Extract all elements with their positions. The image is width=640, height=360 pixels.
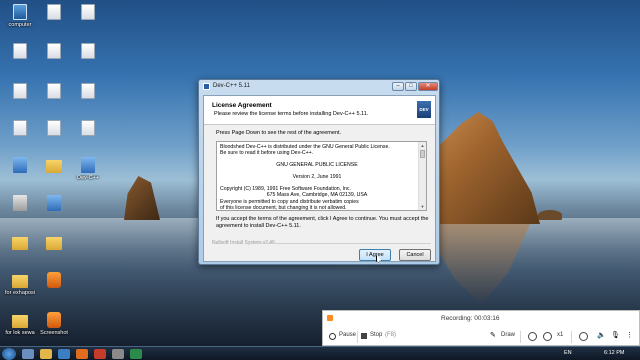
pause-button[interactable]: Pause (339, 332, 356, 338)
desktop-icon-devcpp[interactable]: Dev-C++ (68, 157, 108, 181)
close-button[interactable]: ✕ (418, 82, 438, 91)
taskbar: EN 6:12 PM (0, 346, 640, 360)
desktop-icon[interactable] (68, 43, 108, 61)
divider (571, 331, 572, 343)
document-icon (47, 43, 61, 59)
stop-icon[interactable] (361, 333, 367, 339)
installer-window: Dev-C++ 5.11 – □ ✕ License Agreement Ple… (198, 79, 440, 265)
window-title: Dev-C++ 5.11 (213, 83, 250, 89)
desktop-icon[interactable] (34, 272, 74, 290)
desktop-icon[interactable] (68, 120, 108, 138)
scroll-thumb[interactable] (420, 150, 425, 158)
page-title: License Agreement (212, 102, 272, 109)
desktop-icon[interactable] (68, 83, 108, 101)
clock[interactable]: 6:12 PM (604, 350, 624, 356)
recorder-toolbar: Recording: 00:03:16 Pause Stop (F8) ✎ Dr… (322, 310, 640, 346)
desktop-icon[interactable] (34, 195, 74, 213)
pencil-icon[interactable]: ✎ (490, 332, 498, 340)
computer-icon (13, 4, 27, 20)
desktop-icon[interactable] (34, 234, 74, 252)
license-scrollbar[interactable]: ▲ ▼ (418, 142, 426, 210)
cancel-button[interactable]: Cancel (399, 249, 431, 261)
maximize-button[interactable]: □ (405, 82, 417, 91)
app-icon[interactable] (94, 349, 106, 359)
media-icon[interactable] (58, 349, 70, 359)
document-icon (13, 120, 27, 136)
language-indicator[interactable]: EN (564, 350, 572, 356)
folder-icon (46, 160, 62, 173)
webcam-icon[interactable] (579, 332, 588, 341)
document-icon (81, 83, 95, 99)
license-text-area[interactable]: Bloodshed Dev-C++ is distributed under t… (216, 141, 427, 211)
camera-pan-icon[interactable] (543, 332, 552, 341)
divider (256, 243, 431, 244)
app-icon[interactable] (112, 349, 124, 359)
title-bar[interactable]: Dev-C++ 5.11 – □ ✕ (199, 80, 439, 94)
app-icon (47, 195, 61, 211)
desktop-icon-screenshot[interactable]: Screenshot (34, 312, 74, 336)
document-icon (81, 43, 95, 59)
ie-icon[interactable] (22, 349, 34, 359)
screenshot-app-icon (47, 312, 61, 328)
app-icon (13, 157, 27, 173)
app-icon (47, 272, 61, 288)
devcpp-icon (81, 157, 95, 173)
license-line: of this license document, but changing i… (220, 204, 347, 211)
small-rock (124, 176, 160, 220)
header-strip: License Agreement Please review the lice… (204, 96, 435, 125)
document-icon (47, 4, 61, 20)
speaker-icon[interactable]: 🔈 (597, 332, 606, 340)
start-button[interactable] (2, 348, 16, 360)
devcpp-logo: DEV (417, 101, 431, 118)
microphone-icon[interactable]: 🎙 (611, 332, 620, 340)
recording-status: Recording: 00:03:16 (441, 315, 500, 322)
instruction-text: Press Page Down to see the rest of the a… (216, 130, 342, 136)
document-icon (81, 120, 95, 136)
recorder-controls: Pause Stop (F8) ✎ Draw x1 🔈 🎙 ⋮ (323, 329, 639, 345)
settings-icon[interactable]: ⋮ (626, 332, 634, 340)
tiny-rock (538, 210, 562, 220)
accept-instructions: If you accept the terms of the agreement… (216, 216, 429, 229)
scroll-down-icon[interactable]: ▼ (419, 203, 426, 210)
document-icon (47, 83, 61, 99)
desktop-icon[interactable] (68, 4, 108, 22)
folder-icon (46, 237, 62, 250)
pause-icon[interactable] (329, 333, 336, 340)
folder-icon (12, 237, 28, 250)
page-subtitle: Please review the license terms before i… (214, 111, 369, 117)
divider (357, 331, 358, 343)
document-icon (13, 43, 27, 59)
dialog-body: License Agreement Please review the lice… (203, 95, 436, 262)
app-icon (13, 195, 27, 211)
recorder-logo-icon (327, 315, 333, 321)
stop-shortcut: (F8) (385, 332, 396, 338)
folder-icon (12, 275, 28, 288)
stop-button[interactable]: Stop (370, 332, 382, 338)
document-icon (81, 4, 95, 20)
minimize-button[interactable]: – (392, 82, 404, 91)
i-agree-button[interactable]: I Agree (359, 249, 391, 261)
explorer-icon[interactable] (40, 349, 52, 359)
scroll-up-icon[interactable]: ▲ (419, 142, 426, 149)
zoom-icon[interactable] (528, 332, 537, 341)
app-icon[interactable] (76, 349, 88, 359)
app-icon[interactable] (130, 349, 142, 359)
draw-button[interactable]: Draw (501, 332, 515, 338)
document-icon (47, 120, 61, 136)
folder-icon (12, 315, 28, 328)
app-icon (203, 83, 210, 90)
license-text: Bloodshed Dev-C++ is distributed under t… (220, 144, 414, 211)
document-icon (13, 83, 27, 99)
zoom-level: x1 (557, 332, 564, 338)
divider (520, 331, 521, 343)
